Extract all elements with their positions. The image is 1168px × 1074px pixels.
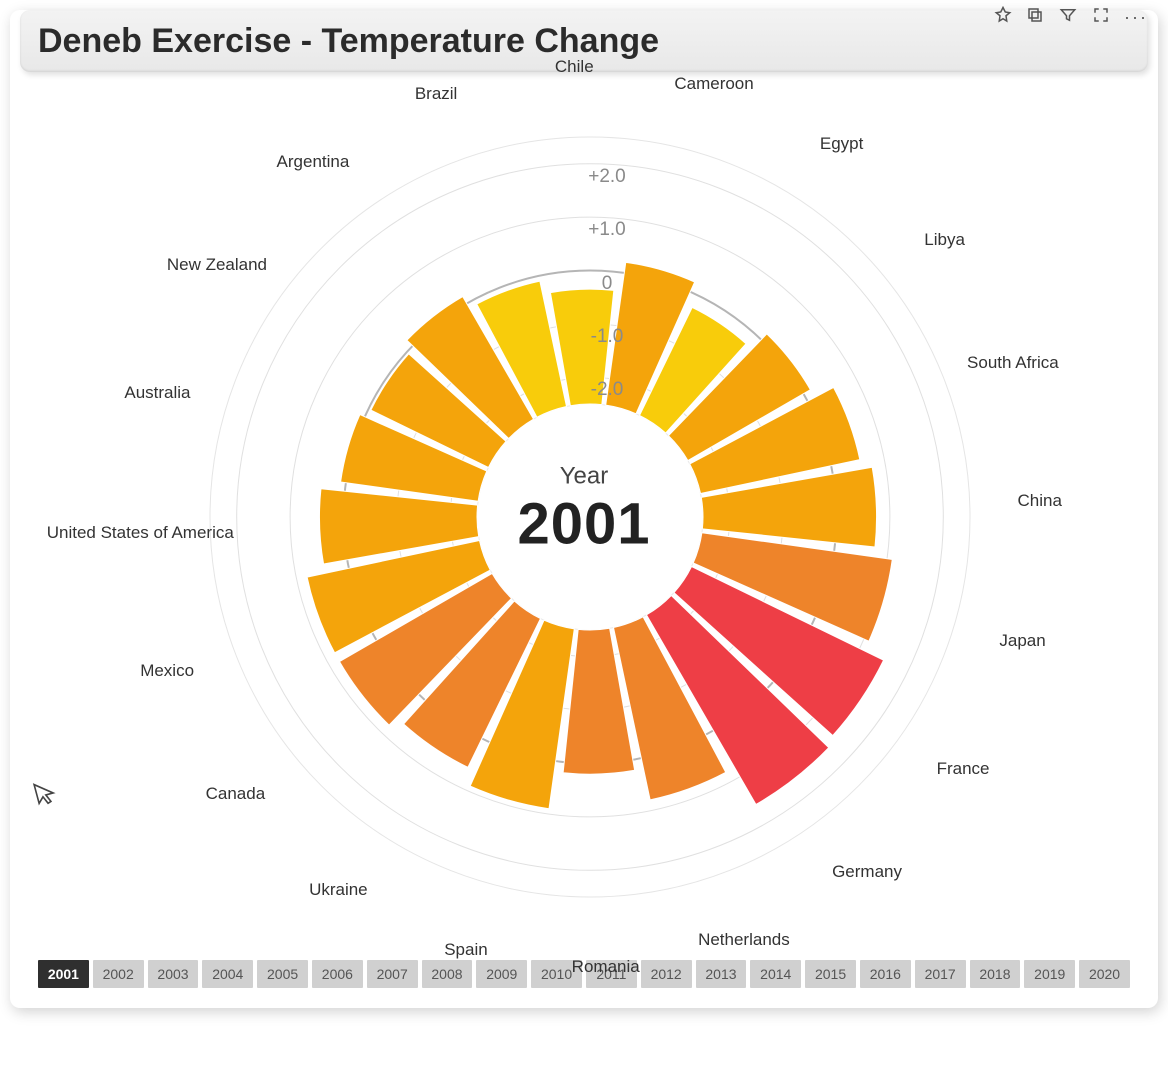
year-button-2013[interactable]: 2013 bbox=[696, 960, 747, 988]
year-button-2007[interactable]: 2007 bbox=[367, 960, 418, 988]
year-button-2019[interactable]: 2019 bbox=[1024, 960, 1075, 988]
year-button-2010[interactable]: 2010 bbox=[531, 960, 582, 988]
focus-icon[interactable] bbox=[1092, 6, 1110, 29]
year-button-2003[interactable]: 2003 bbox=[148, 960, 199, 988]
year-slicer: 2001200220032004200520062007200820092010… bbox=[10, 952, 1158, 1008]
visual-card: ··· Deneb Exercise - Temperature Change … bbox=[10, 10, 1158, 1008]
copy-icon[interactable] bbox=[1026, 6, 1044, 29]
chart-title: Deneb Exercise - Temperature Change bbox=[38, 22, 659, 61]
year-button-2004[interactable]: 2004 bbox=[202, 960, 253, 988]
year-button-2014[interactable]: 2014 bbox=[750, 960, 801, 988]
year-button-2009[interactable]: 2009 bbox=[476, 960, 527, 988]
year-button-2015[interactable]: 2015 bbox=[805, 960, 856, 988]
filter-icon[interactable] bbox=[1058, 6, 1078, 29]
title-bar: Deneb Exercise - Temperature Change bbox=[20, 10, 1148, 72]
visual-toolbar: ··· bbox=[994, 6, 1148, 29]
year-button-2006[interactable]: 2006 bbox=[312, 960, 363, 988]
year-button-2016[interactable]: 2016 bbox=[860, 960, 911, 988]
year-button-2011[interactable]: 2011 bbox=[586, 960, 637, 988]
chart-area: Year 2001 +2.0+1.00-1.0-2.0 CameroonEgyp… bbox=[10, 72, 1158, 952]
year-button-2017[interactable]: 2017 bbox=[915, 960, 966, 988]
year-button-2020[interactable]: 2020 bbox=[1079, 960, 1130, 988]
year-button-2018[interactable]: 2018 bbox=[970, 960, 1021, 988]
more-icon[interactable]: ··· bbox=[1124, 7, 1148, 28]
year-button-2002[interactable]: 2002 bbox=[93, 960, 144, 988]
year-button-2001[interactable]: 2001 bbox=[38, 960, 89, 988]
year-button-2012[interactable]: 2012 bbox=[641, 960, 692, 988]
year-button-2008[interactable]: 2008 bbox=[422, 960, 473, 988]
year-button-2005[interactable]: 2005 bbox=[257, 960, 308, 988]
pin-icon[interactable] bbox=[994, 6, 1012, 29]
radial-chart-svg bbox=[10, 72, 1158, 952]
